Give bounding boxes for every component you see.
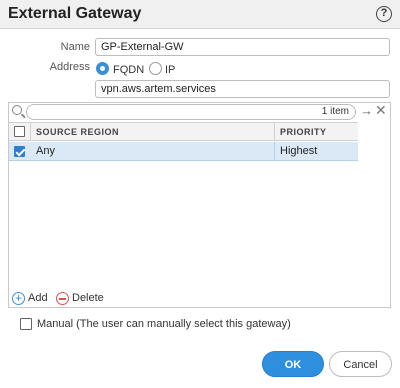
row-checkbox[interactable]: [14, 146, 25, 157]
help-icon[interactable]: ?: [376, 6, 392, 22]
manual-checkbox[interactable]: [20, 318, 32, 330]
column-divider: [30, 123, 31, 140]
name-field[interactable]: GP-External-GW: [95, 38, 390, 56]
arrow-right-icon[interactable]: →: [360, 103, 373, 118]
delete-icon[interactable]: [56, 292, 69, 305]
delete-button[interactable]: Delete: [72, 292, 104, 304]
manual-label: Manual (The user can manually select thi…: [37, 318, 291, 330]
add-button[interactable]: Add: [28, 292, 48, 304]
source-region-grid: 1 item → ✕ SOURCE REGION PRIORITY Any Hi…: [8, 102, 391, 308]
column-source-region[interactable]: SOURCE REGION: [36, 127, 119, 137]
item-count: 1 item: [321, 106, 349, 117]
grid-header: SOURCE REGION PRIORITY: [9, 122, 358, 141]
add-icon[interactable]: +: [12, 292, 25, 305]
ok-button[interactable]: OK: [262, 351, 324, 377]
grid-actions: + Add Delete: [8, 289, 391, 308]
select-all-checkbox[interactable]: [14, 126, 25, 137]
ip-radio[interactable]: [149, 62, 162, 75]
cell-priority: Highest: [280, 145, 318, 157]
cell-source-region: Any: [36, 145, 55, 157]
column-divider: [274, 123, 275, 140]
search-input[interactable]: 1 item: [26, 104, 356, 120]
fqdn-radio-label: FQDN: [113, 64, 145, 76]
close-icon[interactable]: ✕: [375, 102, 387, 119]
grid-toolbar: 1 item → ✕: [9, 102, 390, 121]
search-icon: [12, 105, 22, 115]
fqdn-radio[interactable]: [96, 62, 109, 75]
cancel-button[interactable]: Cancel: [329, 351, 392, 377]
name-label: Name: [60, 41, 90, 53]
address-field[interactable]: vpn.aws.artem.services: [95, 80, 390, 98]
column-priority[interactable]: PRIORITY: [280, 127, 327, 137]
dialog-title-bar: External Gateway ?: [0, 0, 400, 29]
ip-radio-label: IP: [165, 64, 176, 76]
table-row[interactable]: Any Highest: [9, 142, 358, 161]
column-divider: [274, 142, 275, 160]
address-label: Address: [49, 61, 90, 73]
dialog-title: External Gateway: [8, 5, 142, 22]
